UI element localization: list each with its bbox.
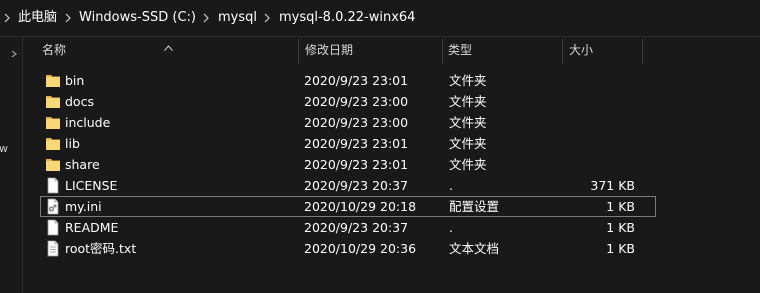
file-list: bin 2020/9/23 23:01 文件夹 docs 2020/9/23 23:00… <box>22 70 760 259</box>
file-size: 1 KB <box>606 220 635 235</box>
file-size <box>552 154 635 175</box>
chevron-right-icon[interactable] <box>261 0 275 36</box>
file-row[interactable]: root密码.txt 2020/10/29 20:36 文本文档 1 KB <box>40 238 656 259</box>
column-divider[interactable] <box>298 39 299 64</box>
column-header-type[interactable]: 类型 <box>448 37 472 64</box>
file-row[interactable]: share 2020/9/23 23:01 文件夹 <box>40 154 656 175</box>
breadcrumb-item-mysql[interactable]: mysql <box>214 0 261 36</box>
breadcrumb: 此电脑 Windows-SSD (C:) mysql mysql-8.0.22-… <box>0 0 419 36</box>
file-name[interactable]: share <box>65 154 100 175</box>
breadcrumb-item-current-folder[interactable]: mysql-8.0.22-winx64 <box>275 0 419 36</box>
file-type: 文件夹 <box>449 136 487 151</box>
file-name[interactable]: docs <box>65 91 94 112</box>
file-size: 1 KB <box>606 241 635 256</box>
address-bar[interactable]: 此电脑 Windows-SSD (C:) mysql mysql-8.0.22-… <box>0 0 760 37</box>
text-file-icon <box>45 240 61 257</box>
folder-icon <box>45 156 61 173</box>
folder-icon <box>45 114 61 131</box>
chevron-right-icon[interactable] <box>200 0 214 36</box>
file-size <box>552 91 635 112</box>
file-name[interactable]: README <box>65 217 118 238</box>
file-name[interactable]: my.ini <box>65 196 102 217</box>
file-row[interactable]: bin 2020/9/23 23:01 文件夹 <box>40 70 656 91</box>
breadcrumb-item-this-pc[interactable]: 此电脑 <box>14 0 61 36</box>
file-name[interactable]: LICENSE <box>65 175 117 196</box>
column-header-row: 名称 修改日期 类型 大小 <box>22 37 760 64</box>
file-type: 文件夹 <box>449 157 487 172</box>
file-type: 文件夹 <box>449 73 487 88</box>
file-name[interactable]: root密码.txt <box>65 238 136 259</box>
file-size <box>552 133 635 154</box>
nav-item-label[interactable]: w <box>0 142 8 155</box>
file-size <box>552 112 635 133</box>
column-header-name[interactable]: 名称 <box>42 37 66 64</box>
chevron-right-icon[interactable] <box>61 0 75 36</box>
sort-ascending-icon <box>164 36 173 51</box>
file-modified-date: 2020/9/23 20:37 <box>304 220 409 235</box>
file-row[interactable]: README 2020/9/23 20:37. 1 KB <box>40 217 656 238</box>
file-size <box>552 70 635 91</box>
breadcrumb-item-drive[interactable]: Windows-SSD (C:) <box>75 0 200 36</box>
file-type: 配置设置 <box>449 199 500 214</box>
file-modified-date: 2020/10/29 20:18 <box>304 199 417 214</box>
file-row[interactable]: lib 2020/9/23 23:01 文件夹 <box>40 133 656 154</box>
file-icon <box>45 219 61 236</box>
file-modified-date: 2020/9/23 20:37 <box>304 178 409 193</box>
chevron-right-icon[interactable] <box>0 0 14 36</box>
file-row[interactable]: LICENSE 2020/9/23 20:37. 371 KB <box>40 175 656 196</box>
file-row[interactable]: include 2020/9/23 23:00 文件夹 <box>40 112 656 133</box>
folder-icon <box>45 135 61 152</box>
file-size: 1 KB <box>606 199 635 214</box>
config-file-icon <box>45 198 61 215</box>
file-type: 文本文档 <box>449 241 500 256</box>
navigation-pane[interactable]: w <box>0 37 23 293</box>
file-modified-date: 2020/9/23 23:01 <box>304 136 409 151</box>
file-modified-date: 2020/9/23 23:00 <box>304 94 409 109</box>
column-divider[interactable] <box>442 39 443 64</box>
file-modified-date: 2020/10/29 20:36 <box>304 241 417 256</box>
chevron-right-icon[interactable] <box>8 45 20 58</box>
column-divider[interactable] <box>642 39 643 64</box>
column-header-date[interactable]: 修改日期 <box>305 37 353 64</box>
folder-icon <box>45 72 61 89</box>
file-row[interactable]: my.ini 2020/10/29 20:18 配置设置 1 KB <box>40 196 656 217</box>
file-size: 371 KB <box>590 178 635 193</box>
file-row[interactable]: docs 2020/9/23 23:00 文件夹 <box>40 91 656 112</box>
column-header-size[interactable]: 大小 <box>569 37 593 64</box>
file-type: 文件夹 <box>449 115 487 130</box>
file-modified-date: 2020/9/23 23:01 <box>304 157 409 172</box>
file-name[interactable]: bin <box>65 70 84 91</box>
file-name[interactable]: lib <box>65 133 80 154</box>
file-type: 文件夹 <box>449 94 487 109</box>
file-name[interactable]: include <box>65 112 110 133</box>
folder-icon <box>45 93 61 110</box>
file-modified-date: 2020/9/23 23:00 <box>304 115 409 130</box>
file-type: . <box>449 178 453 193</box>
file-modified-date: 2020/9/23 23:01 <box>304 73 409 88</box>
file-explorer-window: 此电脑 Windows-SSD (C:) mysql mysql-8.0.22-… <box>0 0 760 293</box>
file-icon <box>45 177 61 194</box>
file-type: . <box>449 220 453 235</box>
column-divider[interactable] <box>562 39 563 64</box>
